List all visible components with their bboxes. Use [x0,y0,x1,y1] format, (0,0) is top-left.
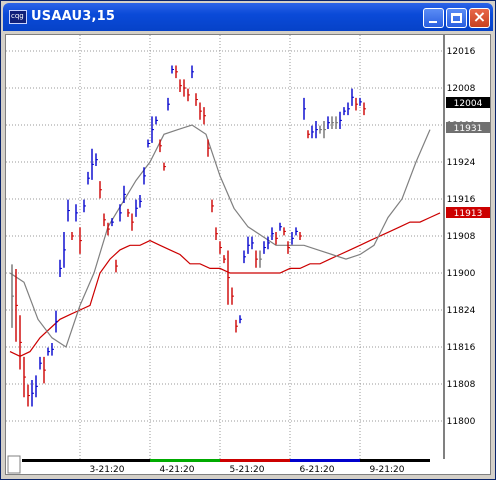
session-band-4 [150,459,220,462]
price-chart[interactable]: 1201612008120001192411916119081190011824… [6,35,490,475]
price-label: 11924 [447,158,476,168]
maximize-button[interactable] [446,8,467,28]
ma-long-marker: 11913 [454,209,483,219]
cqg-icon[interactable] [9,10,27,24]
session-band-5 [220,459,290,462]
chart-window: USAAU3,15 × 1201612008120001192411916119… [0,0,496,480]
close-icon: × [472,7,487,26]
price-label: 11824 [447,306,476,316]
ma-short-marker: 11931 [454,124,483,134]
price-label: 12008 [447,84,476,94]
price-label: 12016 [447,47,476,57]
session-band-3 [80,459,150,462]
chart-background [6,35,490,474]
price-label: 11816 [447,343,476,353]
chart-area[interactable]: 1201612008120001192411916119081190011824… [5,34,491,475]
time-label-3: 3-21:20 [90,465,125,474]
window-title: USAAU3,15 [31,9,116,24]
last-price-marker: 12004 [454,99,483,109]
close-button[interactable]: × [469,7,490,28]
minimize-icon [429,21,437,23]
time-label-5: 5-21:20 [230,465,265,474]
scroll-thumb[interactable] [7,455,21,474]
time-label-6: 6-21:20 [300,465,335,474]
price-label: 11808 [447,380,476,390]
session-band-9 [360,459,430,462]
session-band-6 [290,459,360,462]
price-label: 11908 [447,232,476,242]
maximize-icon [451,13,462,23]
title-bar[interactable]: USAAU3,15 × [3,3,493,31]
price-label: 11916 [447,195,476,205]
price-label: 11800 [447,417,476,427]
session-band-2 [22,459,80,462]
time-label-9: 9-21:20 [370,465,405,474]
minimize-button[interactable] [423,8,444,28]
time-label-4: 4-21:20 [160,465,195,474]
price-label: 11900 [447,269,476,279]
